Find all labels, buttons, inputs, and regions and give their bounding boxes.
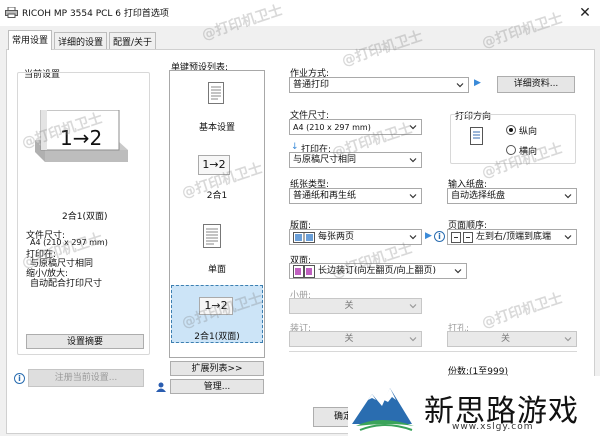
chevron-down-icon (409, 235, 417, 240)
info-icon: i (434, 231, 445, 242)
portrait-label: 纵向 (519, 127, 538, 137)
arrow-down-icon: ↓ (291, 142, 299, 152)
chevron-down-icon (454, 269, 462, 274)
close-icon[interactable]: ✕ (574, 3, 596, 23)
arrow-right-icon: ▶ (425, 231, 432, 241)
paper-type-select[interactable]: 普通纸和再生纸 (289, 188, 422, 204)
preset-single-sided[interactable]: 单面 (172, 220, 262, 280)
logo-url: www.xslgy.com (452, 422, 534, 432)
details-button[interactable]: 详细资料... (497, 76, 575, 93)
settings-summary-button[interactable]: 设置摘要 (26, 334, 144, 349)
summary-caption: 2合1(双面) (62, 212, 108, 222)
input-tray-select[interactable]: 自动选择纸盘 (447, 188, 577, 204)
portrait-page-icon (470, 127, 483, 145)
register-settings-button[interactable]: 注册当前设置... (28, 369, 144, 387)
expand-list-button[interactable]: 扩展列表>> (170, 361, 264, 376)
info-icon: i (14, 373, 25, 384)
job-type-select[interactable]: 普通打印 (289, 77, 469, 93)
document-icon (203, 224, 221, 248)
arrow-right-icon: ▶ (474, 78, 481, 88)
user-icon (156, 382, 166, 392)
chevron-down-icon (564, 194, 572, 199)
chevron-down-icon (409, 194, 417, 199)
chevron-down-icon (409, 304, 417, 309)
document-icon (208, 82, 224, 104)
chevron-down-icon (456, 83, 464, 88)
chevron-down-icon (564, 235, 572, 240)
duplex-icon (293, 265, 315, 278)
chevron-down-icon (564, 337, 572, 342)
tab-configuration-about[interactable]: 配置/关于 (109, 32, 157, 49)
mountain-logo-icon (352, 388, 414, 431)
manage-button[interactable]: 管理... (170, 379, 264, 394)
page-order-icon (451, 232, 473, 243)
punch-select[interactable]: 关 (447, 331, 577, 347)
preset-label: 单面 (207, 265, 226, 275)
staple-select[interactable]: 关 (289, 331, 422, 347)
scale-summary-value: 自动配合打印尺寸 (30, 279, 103, 289)
preset-label: 基本设置 (198, 123, 235, 133)
page-order-select[interactable]: 左到右/顶端到底端 (447, 229, 577, 245)
booklet-select[interactable]: 关 (289, 298, 422, 314)
chevron-down-icon (409, 337, 417, 342)
tab-detailed-settings[interactable]: 详细的设置 (54, 32, 108, 49)
divider (289, 351, 577, 352)
chevron-down-icon (409, 158, 417, 163)
preset-basic[interactable]: 基本设置 (172, 78, 262, 138)
tab-common-settings[interactable]: 常用设置 (8, 30, 53, 50)
window-title: RICOH MP 3554 PCL 6 打印首选项 (22, 9, 169, 19)
printer-icon (5, 7, 18, 18)
two-pages-icon (293, 232, 315, 243)
portrait-radio[interactable] (506, 125, 516, 135)
